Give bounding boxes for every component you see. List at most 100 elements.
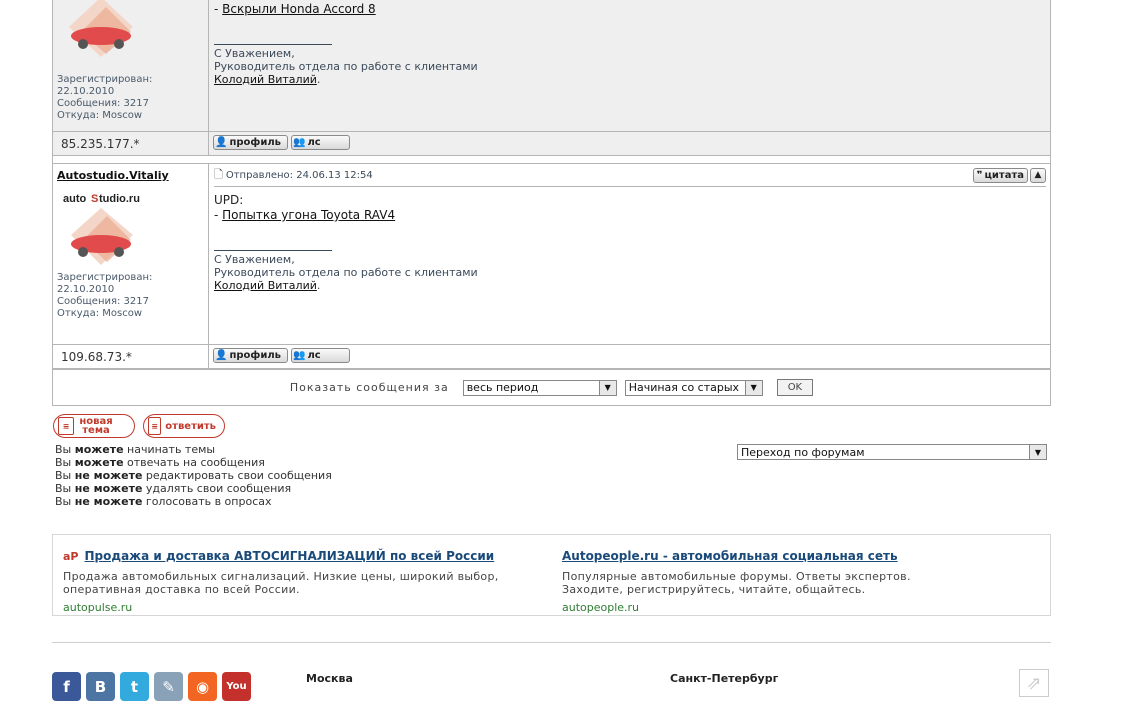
profile-button[interactable]: 👤 профиль: [213, 135, 288, 150]
signature-title: Руководитель отдела по работе с клиентам…: [214, 266, 478, 279]
chevron-down-icon: ▼: [1029, 445, 1046, 459]
post-body: - Вскрыли Honda Accord 8 С Уважением, Ру…: [209, 0, 1050, 131]
document-icon: ≡: [148, 417, 162, 435]
order-select[interactable]: Начиная со старых ▼: [624, 379, 763, 396]
message-count: Сообщения: 3217: [57, 296, 150, 307]
document-icon: ≡: [58, 417, 74, 435]
post: Autostudio.Vitaliy auto S tudio.ru Зарег…: [52, 163, 1051, 345]
signature-name-link[interactable]: Колодий Виталий: [214, 279, 317, 292]
profile-label: профиль: [229, 350, 281, 361]
social-links: f B t ✎ ◉ You: [52, 672, 251, 701]
ad-block: aP Продажа и доставка АВТОСИГНАЛИЗАЦИЙ по…: [52, 534, 1051, 616]
new-topic-button[interactable]: ≡ новая тема: [53, 414, 135, 438]
permission-action: удалять свои сообщения: [142, 482, 292, 495]
ad-url-link[interactable]: autopeople.ru: [562, 601, 639, 614]
ip-address: 109.68.73.*: [53, 345, 209, 368]
city-spb: Санкт-Петербург: [670, 672, 779, 685]
profile-button[interactable]: 👤 профиль: [213, 348, 288, 363]
author-location: Откуда: Moscow: [57, 308, 142, 319]
signature: С Уважением, Руководитель отдела по рабо…: [214, 47, 1046, 86]
post-footer: 85.235.177.* 👤 профиль 👥 лс: [52, 132, 1051, 156]
chevron-down-icon: ▼: [598, 380, 616, 395]
show-messages-label: Показать сообщения за: [289, 381, 449, 394]
arrow-up-icon: ▲: [1034, 170, 1042, 180]
ad-url-link[interactable]: autopulse.ru: [63, 601, 132, 614]
signature-name-link[interactable]: Колодий Виталий: [214, 73, 317, 86]
signature-greeting: С Уважением,: [214, 47, 295, 60]
post-link[interactable]: Попытка угона Toyota RAV4: [222, 208, 395, 222]
quote-icon: ❞: [976, 169, 983, 181]
permission-item: Вы не можете голосовать в опросах: [55, 495, 332, 508]
users-icon: 👥: [293, 350, 306, 361]
registered-label: Зарегистрирован:: [57, 272, 153, 283]
ad-title-link[interactable]: Autopeople.ru - автомобильная социальная…: [562, 549, 898, 563]
permission-action: редактировать свои сообщения: [142, 469, 332, 482]
permission-prefix: Вы: [55, 443, 75, 456]
ad-item: aP Продажа и доставка АВТОСИГНАЛИЗАЦИЙ по…: [63, 545, 503, 615]
pm-button[interactable]: 👥 лс: [291, 348, 350, 363]
forum-jump: Переход по форумам ▼: [737, 444, 1047, 460]
ad-item: Autopeople.ru - автомобильная социальная…: [562, 545, 1002, 615]
permission-item: Вы можете отвечать на сообщения: [55, 456, 332, 469]
signature-title: Руководитель отдела по работе с клиентам…: [214, 60, 478, 73]
svg-text:tudio.ru: tudio.ru: [99, 193, 140, 205]
topic-actions: ≡ новая тема ≡ ответить: [53, 414, 225, 438]
quote-button[interactable]: ❞ цитата: [972, 167, 1028, 183]
quote-label: цитата: [984, 169, 1024, 181]
post-link[interactable]: Вскрыли Honda Accord 8: [222, 2, 376, 16]
ok-button[interactable]: OK: [776, 379, 814, 396]
signature: С Уважением, Руководитель отдела по рабо…: [214, 253, 1046, 292]
youtube-icon[interactable]: You: [222, 672, 251, 701]
livejournal-icon[interactable]: ✎: [154, 672, 183, 701]
reply-button[interactable]: ≡ ответить: [143, 414, 225, 438]
period-value: весь период: [466, 381, 539, 394]
rss-icon[interactable]: ◉: [188, 672, 217, 701]
signature-divider: [214, 249, 332, 251]
signature-greeting: С Уважением,: [214, 253, 295, 266]
permission-action: начинать темы: [123, 443, 216, 456]
username-link[interactable]: Autostudio.Vitaliy: [57, 169, 204, 182]
youtube-glyph: You: [226, 681, 247, 692]
permission-action: отвечать на сообщения: [123, 456, 265, 469]
avatar: [61, 0, 141, 62]
twitter-icon[interactable]: t: [120, 672, 149, 701]
forum-jump-select[interactable]: Переход по форумам ▼: [737, 444, 1047, 460]
permission-action: голосовать в опросах: [142, 495, 272, 508]
facebook-icon[interactable]: f: [52, 672, 81, 701]
registered-date: 22.10.2010: [57, 284, 115, 295]
link-prefix: -: [214, 208, 223, 222]
permission-prefix: Вы: [55, 495, 75, 508]
signature-end: .: [316, 279, 321, 292]
footer-divider: [52, 642, 1051, 643]
signature-end: .: [316, 73, 321, 86]
period-select[interactable]: весь период ▼: [462, 379, 617, 396]
link-prefix: -: [214, 2, 223, 16]
user-icon: 👤: [215, 137, 228, 148]
ad-description: Популярные автомобильные форумы. Ответы …: [562, 570, 911, 596]
show-messages-row: Показать сообщения за весь период ▼ Начи…: [52, 369, 1051, 406]
svg-text:S: S: [91, 193, 98, 205]
pm-label: лс: [307, 137, 321, 148]
user-icon: 👤: [215, 350, 228, 361]
avatar: auto S tudio.ru: [61, 190, 141, 265]
vk-icon[interactable]: B: [86, 672, 115, 701]
permission-status: не можете: [74, 495, 143, 508]
post-text: UPD:: [214, 193, 244, 207]
autopulse-logo: aP: [63, 550, 79, 563]
permission-prefix: Вы: [55, 469, 75, 482]
permission-item: Вы можете начинать темы: [55, 443, 332, 456]
permission-prefix: Вы: [55, 482, 75, 495]
signature-divider: [214, 43, 332, 45]
ad-title-link[interactable]: Продажа и доставка АВТОСИГНАЛИЗАЦИЙ по в…: [85, 549, 495, 563]
post-author: Autostudio.Vitaliy auto S tudio.ru Зарег…: [53, 164, 209, 344]
new-topic-label: новая тема: [79, 416, 113, 436]
ad-description: Продажа автомобильных сигнализаций. Низк…: [63, 570, 499, 596]
permission-item: Вы не можете удалять свои сообщения: [55, 482, 332, 495]
post-footer: 109.68.73.* 👤 профиль 👥 лс: [52, 345, 1051, 369]
document-icon: 🗋: [214, 167, 223, 181]
order-value: Начиная со старых: [628, 381, 740, 394]
ip-address: 85.235.177.*: [53, 132, 209, 155]
author-location: Откуда: Moscow: [57, 110, 142, 121]
pm-button[interactable]: 👥 лс: [291, 135, 350, 150]
scroll-top-button[interactable]: ▲: [1030, 167, 1046, 183]
